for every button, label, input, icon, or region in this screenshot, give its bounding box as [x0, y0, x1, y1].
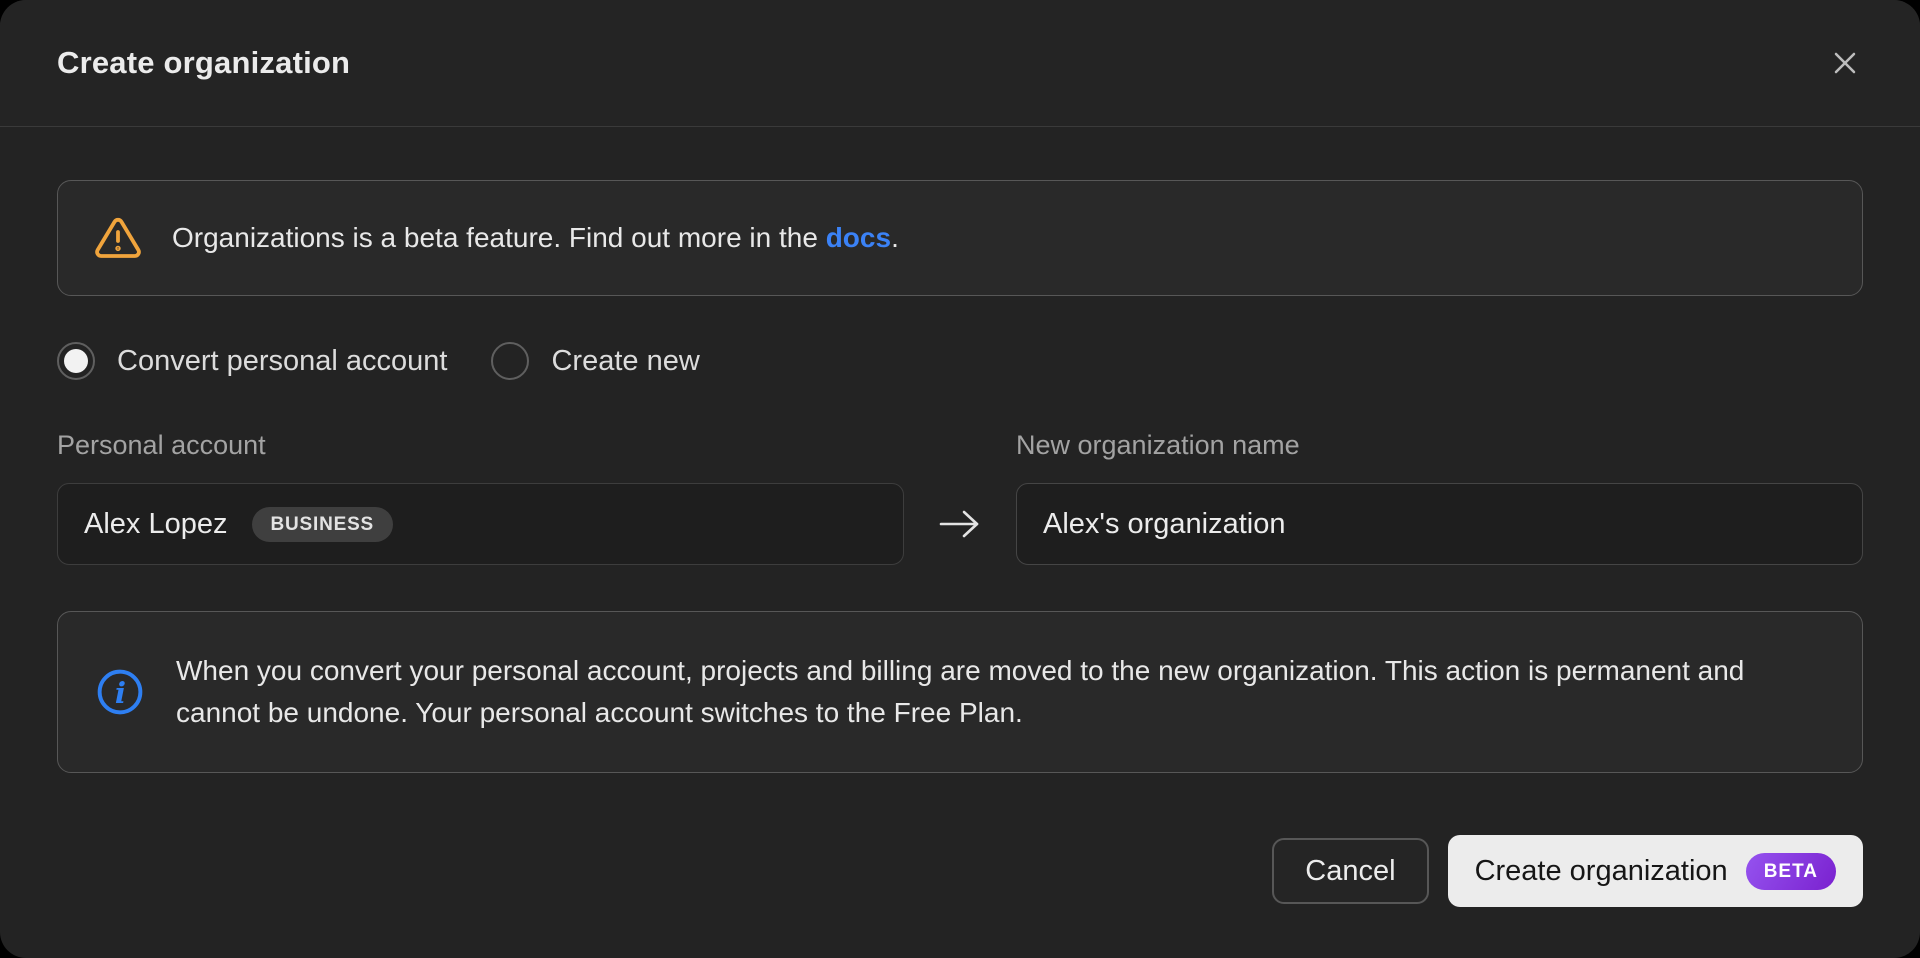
business-badge: BUSINESS	[252, 507, 394, 542]
field-labels-row: Personal account New organization name	[57, 430, 1863, 461]
modal-header: Create organization	[0, 0, 1920, 127]
radio-unselected-icon[interactable]	[491, 342, 529, 380]
conversion-info-banner: i When you convert your personal account…	[57, 611, 1863, 773]
docs-link[interactable]: docs	[826, 222, 891, 253]
cancel-button[interactable]: Cancel	[1272, 838, 1428, 904]
radio-label: Create new	[551, 345, 699, 378]
svg-text:i: i	[115, 676, 126, 710]
radio-convert-personal-account[interactable]: Convert personal account	[57, 342, 447, 380]
info-icon: i	[94, 666, 146, 718]
new-organization-name-label: New organization name	[1016, 430, 1863, 461]
fields-row: Alex Lopez BUSINESS	[57, 483, 1863, 565]
mode-radio-row: Convert personal account Create new	[57, 342, 1863, 380]
beta-warning-text: Organizations is a beta feature. Find ou…	[172, 217, 899, 259]
conversion-info-text: When you convert your personal account, …	[176, 650, 1816, 734]
close-icon	[1827, 45, 1863, 81]
warning-triangle-icon	[94, 214, 142, 262]
radio-create-new[interactable]: Create new	[491, 342, 699, 380]
create-organization-modal: Create organization Organizations is a b…	[0, 0, 1920, 958]
personal-account-label: Personal account	[57, 430, 904, 461]
personal-account-name: Alex Lopez	[84, 508, 228, 541]
close-button[interactable]	[1819, 37, 1871, 89]
arrow-right-icon	[904, 507, 1016, 541]
modal-title: Create organization	[57, 45, 350, 81]
personal-account-field[interactable]: Alex Lopez BUSINESS	[57, 483, 904, 565]
beta-warning-banner: Organizations is a beta feature. Find ou…	[57, 180, 1863, 296]
create-organization-button[interactable]: Create organization BETA	[1448, 835, 1863, 907]
new-organization-name-input[interactable]	[1016, 483, 1863, 565]
modal-content: Organizations is a beta feature. Find ou…	[0, 127, 1920, 958]
create-organization-button-label: Create organization	[1475, 855, 1728, 888]
radio-selected-icon[interactable]	[57, 342, 95, 380]
beta-badge: BETA	[1746, 853, 1836, 890]
modal-footer: Cancel Create organization BETA	[57, 835, 1863, 907]
radio-label: Convert personal account	[117, 345, 447, 378]
